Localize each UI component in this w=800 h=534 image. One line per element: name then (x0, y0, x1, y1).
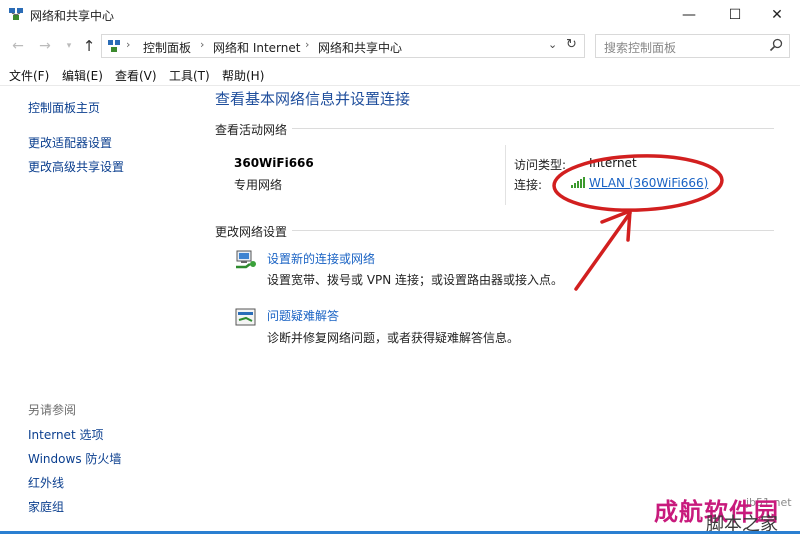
menu-bar: 文件(F) 编辑(E) 查看(V) 工具(T) 帮助(H) (0, 62, 800, 86)
access-type-value: Internet (589, 156, 637, 170)
sidebar-link-infrared[interactable]: 红外线 (28, 474, 64, 491)
sidebar-link-internet-options[interactable]: Internet 选项 (28, 426, 103, 443)
menu-edit[interactable]: 编辑(E) (62, 67, 103, 84)
troubleshoot-description: 诊断并修复网络问题，或者获得疑难解答信息。 (267, 331, 520, 345)
network-center-icon (9, 8, 23, 20)
search-placeholder: 搜索控制面板 (604, 41, 677, 55)
menu-file[interactable]: 文件(F) (9, 67, 49, 84)
back-button[interactable]: ← (9, 36, 27, 56)
network-setup-icon (236, 250, 256, 269)
close-button[interactable]: ✕ (754, 0, 800, 30)
troubleshoot-icon (235, 308, 256, 326)
maximize-button[interactable]: ☐ (712, 0, 758, 30)
forward-button[interactable]: → (36, 36, 54, 56)
sidebar-link-control-panel-home[interactable]: 控制面板主页 (28, 99, 100, 116)
sidebar-link-windows-firewall[interactable]: Windows 防火墙 (28, 450, 121, 467)
page-title: 查看基本网络信息并设置连接 (215, 90, 411, 108)
window-title: 网络和共享中心 (30, 9, 115, 23)
recent-locations-button[interactable]: ▾ (60, 36, 78, 56)
breadcrumb-control-panel[interactable]: 控制面板 (143, 39, 191, 56)
address-bar[interactable]: › 控制面板 › 网络和 Internet › 网络和共享中心 ⌄ ↻ (101, 34, 585, 58)
setup-connection-link[interactable]: 设置新的连接或网络 (267, 250, 375, 267)
menu-view[interactable]: 查看(V) (115, 67, 157, 84)
breadcrumb-separator: › (305, 38, 310, 51)
setup-connection-description: 设置宽带、拨号或 VPN 连接；或设置路由器或接入点。 (267, 273, 564, 287)
annotation-arrow (574, 211, 632, 291)
wlan-connection-link[interactable]: WLAN (360WiFi666) (589, 176, 708, 190)
menu-tools[interactable]: 工具(T) (169, 67, 210, 84)
search-input[interactable]: 搜索控制面板 (595, 34, 790, 58)
control-panel-icon (108, 40, 120, 52)
address-dropdown-icon[interactable]: ⌄ (548, 38, 557, 51)
breadcrumb-separator: › (126, 38, 131, 51)
see-also-heading: 另请参阅 (28, 403, 77, 417)
sidebar-link-adapter-settings[interactable]: 更改适配器设置 (28, 134, 112, 151)
network-category: 专用网络 (234, 178, 283, 192)
wifi-signal-icon (571, 177, 585, 188)
annotation-arrow-head (600, 209, 632, 242)
access-type-label: 访问类型: (514, 158, 567, 172)
vertical-divider (505, 145, 506, 205)
refresh-icon[interactable]: ↻ (566, 37, 577, 52)
breadcrumb-network-sharing-center[interactable]: 网络和共享中心 (318, 39, 402, 56)
change-settings-heading: 更改网络设置 (215, 225, 288, 239)
network-name: 360WiFi666 (234, 156, 314, 170)
left-pane: 控制面板主页 更改适配器设置 更改高级共享设置 另请参阅 Internet 选项… (0, 86, 200, 534)
active-networks-heading: 查看活动网络 (215, 123, 288, 137)
close-icon: ✕ (771, 7, 783, 23)
breadcrumb-network-internet[interactable]: 网络和 Internet (213, 39, 300, 56)
search-icon[interactable] (769, 38, 783, 52)
section-divider (292, 230, 774, 231)
maximize-icon: ☐ (728, 7, 742, 23)
minimize-button[interactable]: — (666, 0, 712, 30)
up-button[interactable]: ↑ (80, 36, 98, 56)
address-row: ← → ▾ ↑ › 控制面板 › 网络和 Internet › 网络和共享中心 … (0, 30, 800, 62)
sidebar-link-advanced-sharing[interactable]: 更改高级共享设置 (28, 158, 124, 175)
title-bar: 网络和共享中心 — ☐ ✕ (0, 0, 800, 30)
menu-help[interactable]: 帮助(H) (222, 67, 264, 84)
sidebar-link-homegroup[interactable]: 家庭组 (28, 498, 64, 515)
connection-label: 连接: (514, 178, 543, 192)
section-divider (292, 128, 774, 129)
breadcrumb-separator: › (200, 38, 205, 51)
troubleshoot-link[interactable]: 问题疑难解答 (267, 307, 339, 324)
minimize-icon: — (682, 7, 696, 23)
